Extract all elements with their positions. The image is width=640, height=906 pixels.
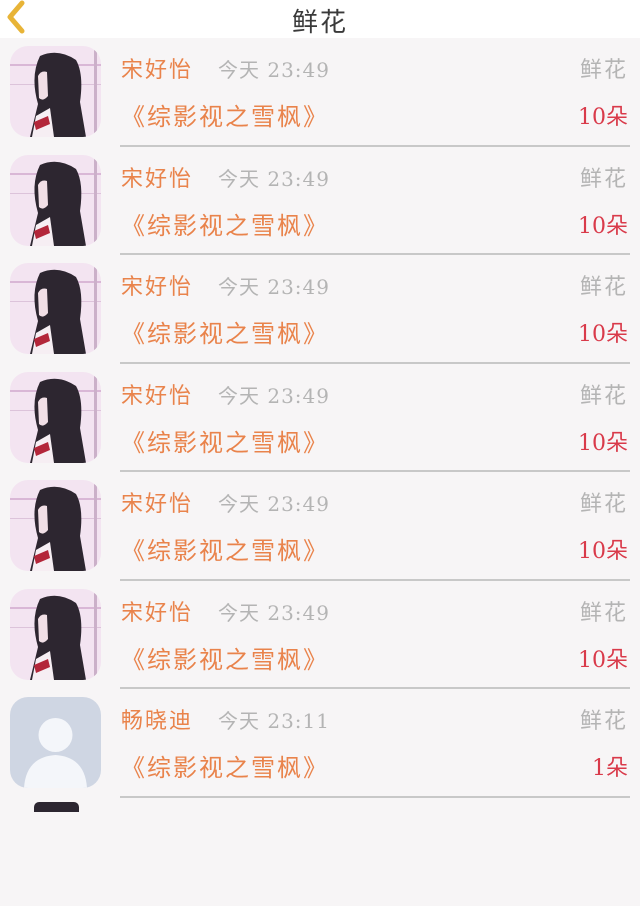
avatar[interactable]	[34, 802, 79, 812]
sender-name[interactable]: 宋好怡	[121, 378, 193, 410]
work-title[interactable]: 《综影视之雪枫》	[121, 314, 329, 349]
work-title[interactable]: 《综影视之雪枫》	[121, 423, 329, 458]
list-item[interactable]: 畅晓迪 今天 23:11 鲜花 《综影视之雪枫》 1朵	[0, 689, 640, 798]
sender-name[interactable]: 宋好怡	[121, 269, 193, 301]
gift-count: 10朵	[578, 99, 628, 131]
timestamp: 今天 23:49	[218, 271, 330, 300]
default-user-icon	[10, 697, 101, 788]
gift-count: 10朵	[578, 425, 628, 457]
portrait-image	[10, 480, 101, 571]
list-item[interactable]: 宋好怡 今天 23:49 鲜花 《综影视之雪枫》 10朵	[0, 255, 640, 364]
avatar[interactable]	[10, 697, 101, 788]
list-item[interactable]: 宋好怡 今天 23:49 鲜花 《综影视之雪枫》 10朵	[0, 364, 640, 473]
list-item[interactable]: 宋好怡 今天 23:49 鲜花 《综影视之雪枫》 10朵	[0, 38, 640, 147]
gift-count: 1朵	[592, 750, 628, 782]
list-item-partial[interactable]	[0, 798, 640, 906]
avatar[interactable]	[10, 263, 101, 354]
gift-type-label: 鲜花	[580, 269, 628, 301]
avatar[interactable]	[10, 46, 101, 137]
avatar[interactable]	[10, 155, 101, 246]
work-title[interactable]: 《综影视之雪枫》	[121, 531, 329, 566]
portrait-image	[10, 372, 101, 463]
sender-name[interactable]: 宋好怡	[121, 52, 193, 84]
gift-count: 10朵	[578, 316, 628, 348]
gift-type-label: 鲜花	[580, 703, 628, 735]
timestamp: 今天 23:49	[218, 380, 330, 409]
portrait-image	[10, 155, 101, 246]
page-title: 鲜花	[0, 2, 640, 39]
gift-count: 10朵	[578, 208, 628, 240]
gift-count: 10朵	[578, 533, 628, 565]
portrait-image	[10, 263, 101, 354]
work-title[interactable]: 《综影视之雪枫》	[121, 97, 329, 132]
avatar[interactable]	[10, 480, 101, 571]
work-title[interactable]: 《综影视之雪枫》	[121, 748, 329, 783]
gift-count: 10朵	[578, 642, 628, 674]
gift-type-label: 鲜花	[580, 595, 628, 627]
list-item[interactable]: 宋好怡 今天 23:49 鲜花 《综影视之雪枫》 10朵	[0, 147, 640, 256]
work-title[interactable]: 《综影视之雪枫》	[121, 206, 329, 241]
list-item[interactable]: 宋好怡 今天 23:49 鲜花 《综影视之雪枫》 10朵	[0, 581, 640, 690]
top-bar: 鲜花	[0, 0, 640, 38]
gift-type-label: 鲜花	[580, 161, 628, 193]
timestamp: 今天 23:11	[218, 705, 330, 734]
avatar[interactable]	[10, 589, 101, 680]
timestamp: 今天 23:49	[218, 163, 330, 192]
gift-record-list[interactable]: 宋好怡 今天 23:49 鲜花 《综影视之雪枫》 10朵 宋好怡 今天 23:4…	[0, 38, 640, 906]
timestamp: 今天 23:49	[218, 597, 330, 626]
sender-name[interactable]: 畅晓迪	[121, 703, 193, 735]
work-title[interactable]: 《综影视之雪枫》	[121, 640, 329, 675]
sender-name[interactable]: 宋好怡	[121, 595, 193, 627]
sender-name[interactable]: 宋好怡	[121, 161, 193, 193]
portrait-image	[10, 46, 101, 137]
timestamp: 今天 23:49	[218, 488, 330, 517]
avatar[interactable]	[10, 372, 101, 463]
gift-type-label: 鲜花	[580, 486, 628, 518]
gift-type-label: 鲜花	[580, 378, 628, 410]
portrait-image	[10, 589, 101, 680]
gift-type-label: 鲜花	[580, 52, 628, 84]
list-item[interactable]: 宋好怡 今天 23:49 鲜花 《综影视之雪枫》 10朵	[0, 472, 640, 581]
timestamp: 今天 23:49	[218, 54, 330, 83]
sender-name[interactable]: 宋好怡	[121, 486, 193, 518]
